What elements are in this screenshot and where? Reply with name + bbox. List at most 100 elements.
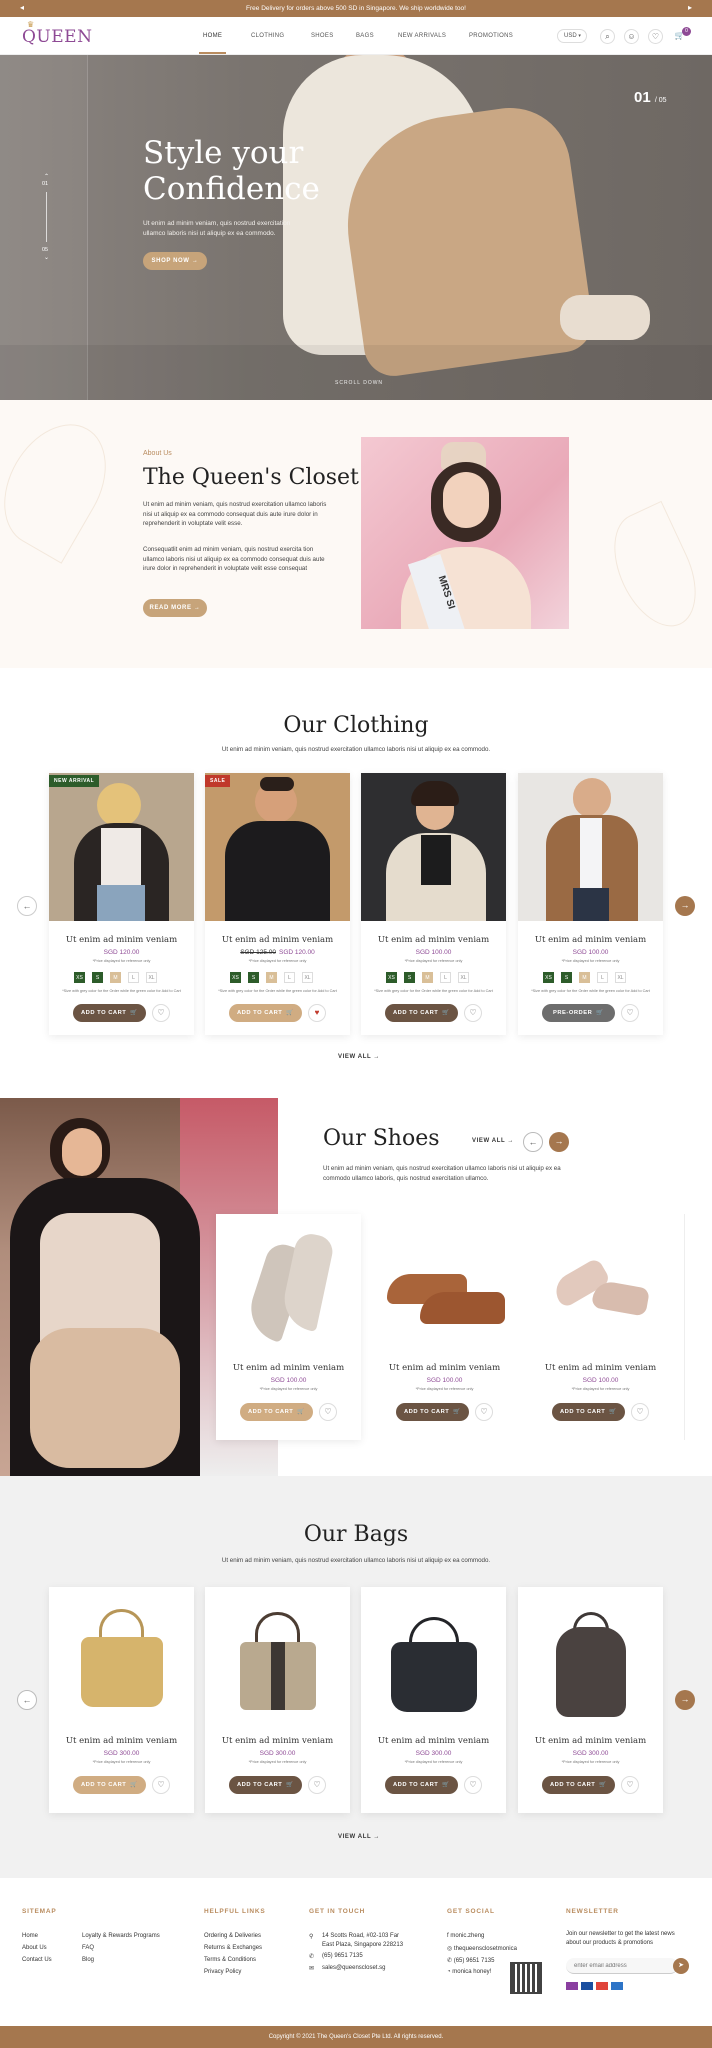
footer-link[interactable]: Returns & Exchanges	[204, 1945, 262, 1951]
slide-up-icon[interactable]: ⌃	[44, 173, 49, 180]
footer-link[interactable]: Home	[22, 1933, 38, 1939]
size-l[interactable]: L	[440, 972, 451, 983]
nav-item-bags[interactable]: BAGS	[356, 33, 374, 39]
bags-prev-arrow[interactable]: ←	[17, 1690, 37, 1710]
instagram-link[interactable]: ◎ thequeensclosetmonica	[447, 1945, 517, 1952]
wishlist-heart-icon[interactable]: ♡	[152, 1004, 170, 1022]
wishlist-heart-icon[interactable]: ♡	[319, 1403, 337, 1421]
product-card[interactable]: Ut enim ad minim veniam SGD 100.00 *Pric…	[361, 773, 506, 1035]
newsletter-email-input[interactable]	[566, 1958, 678, 1974]
add-to-cart-button[interactable]: ADD TO CART 🛒	[385, 1004, 458, 1022]
size-s[interactable]: S	[248, 972, 259, 983]
size-m[interactable]: M	[110, 972, 121, 983]
nav-item-promotions[interactable]: PROMOTIONS	[469, 33, 513, 39]
size-xl[interactable]: XL	[146, 972, 157, 983]
product-name[interactable]: Ut enim ad minim veniam	[518, 935, 663, 945]
product-card[interactable]: Ut enim ad minim veniam SGD 100.00 *Pric…	[372, 1214, 517, 1440]
shoes-next-arrow[interactable]: →	[549, 1132, 569, 1152]
size-xs[interactable]: XS	[230, 972, 241, 983]
bags-next-arrow[interactable]: →	[675, 1690, 695, 1710]
size-l[interactable]: L	[128, 972, 139, 983]
wishlist-icon[interactable]: ♡	[648, 29, 663, 44]
size-s[interactable]: S	[561, 972, 572, 983]
size-s[interactable]: S	[404, 972, 415, 983]
shoes-view-all-link[interactable]: VIEW ALL →	[472, 1138, 514, 1144]
product-image[interactable]	[361, 773, 506, 921]
footer-link[interactable]: Privacy Policy	[204, 1969, 241, 1975]
product-image[interactable]	[49, 1587, 194, 1735]
product-image[interactable]	[372, 1214, 517, 1362]
footer-link[interactable]: FAQ	[82, 1945, 94, 1951]
add-to-cart-button[interactable]: ADD TO CART 🛒	[73, 1004, 146, 1022]
wishlist-heart-filled-icon[interactable]: ♥	[308, 1004, 326, 1022]
scroll-down-label[interactable]: SCROLL DOWN	[335, 380, 383, 386]
announcement-next-icon[interactable]: ▸	[688, 3, 692, 12]
product-image[interactable]	[205, 1587, 350, 1735]
footer-link[interactable]: Contact Us	[22, 1957, 52, 1963]
user-icon[interactable]: ☺	[624, 29, 639, 44]
nav-item-new-arrivals[interactable]: NEW ARRIVALS	[398, 33, 446, 39]
wishlist-heart-icon[interactable]: ♡	[631, 1403, 649, 1421]
wishlist-heart-icon[interactable]: ♡	[464, 1776, 482, 1794]
size-xs[interactable]: XS	[543, 972, 554, 983]
read-more-button[interactable]: READ MORE →	[143, 599, 207, 617]
product-image[interactable]	[216, 1214, 361, 1362]
footer-email[interactable]: sales@queenscloset.sg	[322, 1965, 385, 1971]
nav-item-home[interactable]: HOME	[203, 33, 222, 39]
shoes-prev-arrow[interactable]: ←	[523, 1132, 543, 1152]
product-image[interactable]	[49, 773, 194, 921]
add-to-cart-button[interactable]: ADD TO CART 🛒	[229, 1776, 302, 1794]
footer-link[interactable]: Terms & Conditions	[204, 1957, 256, 1963]
footer-link[interactable]: Loyalty & Rewards Programs	[82, 1933, 160, 1939]
wishlist-heart-icon[interactable]: ♡	[621, 1004, 639, 1022]
product-card[interactable]: Ut enim ad minim veniam SGD 300.00 *Pric…	[361, 1587, 506, 1813]
footer-phone[interactable]: (65) 9651 7135	[322, 1953, 363, 1959]
product-name[interactable]: Ut enim ad minim veniam	[205, 1736, 350, 1746]
add-to-cart-button[interactable]: ADD TO CART 🛒	[542, 1776, 615, 1794]
announcement-prev-icon[interactable]: ◂	[20, 3, 24, 12]
currency-select[interactable]: USD ▾	[557, 29, 587, 43]
clothing-prev-arrow[interactable]: ←	[17, 896, 37, 916]
product-image[interactable]	[518, 773, 663, 921]
size-m[interactable]: M	[579, 972, 590, 983]
wechat-link[interactable]: ◔ monica honey!	[447, 1969, 491, 1975]
wishlist-heart-icon[interactable]: ♡	[308, 1776, 326, 1794]
product-name[interactable]: Ut enim ad minim veniam	[205, 935, 350, 945]
add-to-cart-button[interactable]: ADD TO CART 🛒	[73, 1776, 146, 1794]
facebook-link[interactable]: f monic.zheng	[447, 1933, 484, 1939]
size-s[interactable]: S	[92, 972, 103, 983]
size-xl[interactable]: XL	[302, 972, 313, 983]
wishlist-heart-icon[interactable]: ♡	[152, 1776, 170, 1794]
wishlist-heart-icon[interactable]: ♡	[621, 1776, 639, 1794]
product-name[interactable]: Ut enim ad minim veniam	[361, 1736, 506, 1746]
size-xs[interactable]: XS	[74, 972, 85, 983]
size-xl[interactable]: XL	[615, 972, 626, 983]
shop-now-button[interactable]: SHOP NOW →	[143, 252, 207, 270]
clothing-view-all-link[interactable]: VIEW ALL →	[338, 1054, 380, 1060]
nav-item-clothing[interactable]: CLOTHING	[251, 33, 284, 39]
product-name[interactable]: Ut enim ad minim veniam	[528, 1363, 673, 1373]
footer-link[interactable]: Blog	[82, 1957, 94, 1963]
bags-view-all-link[interactable]: VIEW ALL →	[338, 1834, 380, 1840]
product-image[interactable]	[518, 1587, 663, 1735]
slide-down-icon[interactable]: ⌄	[44, 254, 49, 261]
size-l[interactable]: L	[284, 972, 295, 983]
product-name[interactable]: Ut enim ad minim veniam	[518, 1736, 663, 1746]
add-to-cart-button[interactable]: ADD TO CART 🛒	[396, 1403, 469, 1421]
product-card[interactable]: Ut enim ad minim veniam SGD 100.00 *Pric…	[518, 773, 663, 1035]
product-card[interactable]: SALE Ut enim ad minim veniam SGD 125.00 S…	[205, 773, 350, 1035]
size-m[interactable]: M	[266, 972, 277, 983]
size-xs[interactable]: XS	[386, 972, 397, 983]
size-xl[interactable]: XL	[458, 972, 469, 983]
footer-link[interactable]: Ordering & Deliveries	[204, 1933, 261, 1939]
product-name[interactable]: Ut enim ad minim veniam	[372, 1363, 517, 1373]
nav-item-shoes[interactable]: SHOES	[311, 33, 334, 39]
product-card[interactable]: Ut enim ad minim veniam SGD 300.00 *Pric…	[49, 1587, 194, 1813]
search-icon[interactable]: ⌕	[600, 29, 615, 44]
wishlist-heart-icon[interactable]: ♡	[475, 1403, 493, 1421]
product-card[interactable]: NEW ARRIVAL Ut enim ad minim veniam SGD …	[49, 773, 194, 1035]
add-to-cart-button[interactable]: ADD TO CART 🛒	[229, 1004, 302, 1022]
add-to-cart-button[interactable]: ADD TO CART 🛒	[552, 1403, 625, 1421]
wishlist-heart-icon[interactable]: ♡	[464, 1004, 482, 1022]
whatsapp-link[interactable]: ✆ (65) 9651 7135	[447, 1957, 494, 1964]
